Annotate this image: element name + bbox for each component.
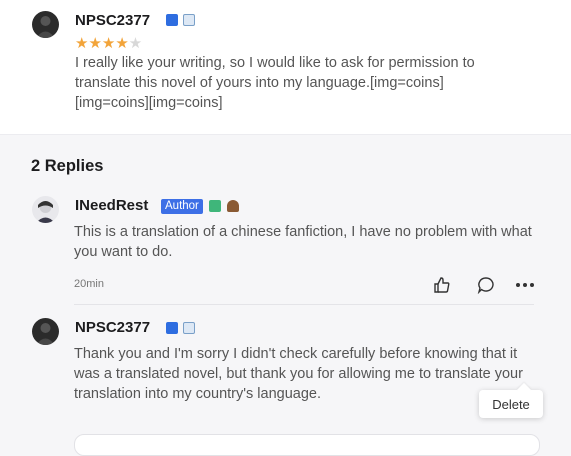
context-menu: Delete <box>479 390 543 418</box>
more-icon[interactable] <box>515 276 534 294</box>
level-badge-icon <box>209 200 221 212</box>
avatar[interactable] <box>32 196 59 223</box>
author-badge: Author <box>161 199 203 214</box>
reply-time: 20min <box>74 278 104 290</box>
landscape-badge-icon <box>183 14 195 26</box>
landscape-badge-icon <box>183 322 195 334</box>
username[interactable]: INeedRest <box>75 197 148 214</box>
username[interactable]: NPSC2377 <box>75 319 150 336</box>
reply-input[interactable] <box>74 434 540 456</box>
divider <box>74 304 534 305</box>
main-comment: NPSC2377 ★★★★★ I really like your writin… <box>0 0 571 135</box>
level-badge-icon <box>166 322 178 334</box>
replies-header: 2 Replies <box>31 157 104 175</box>
rating-stars: ★★★★★ <box>75 35 143 52</box>
username[interactable]: NPSC2377 <box>75 12 150 29</box>
avatar[interactable] <box>32 318 59 345</box>
reply-text: This is a translation of a chinese fanfi… <box>74 224 532 260</box>
comment-icon[interactable] <box>477 276 495 295</box>
comment-text: I really like your writing, so I would l… <box>75 55 475 111</box>
reply-text: Thank you and I'm sorry I didn't check c… <box>74 346 523 402</box>
avatar[interactable] <box>32 11 59 38</box>
like-icon[interactable] <box>433 276 451 294</box>
hat-badge-icon <box>227 200 239 212</box>
delete-button[interactable]: Delete <box>492 397 530 412</box>
level-badge-icon <box>166 14 178 26</box>
